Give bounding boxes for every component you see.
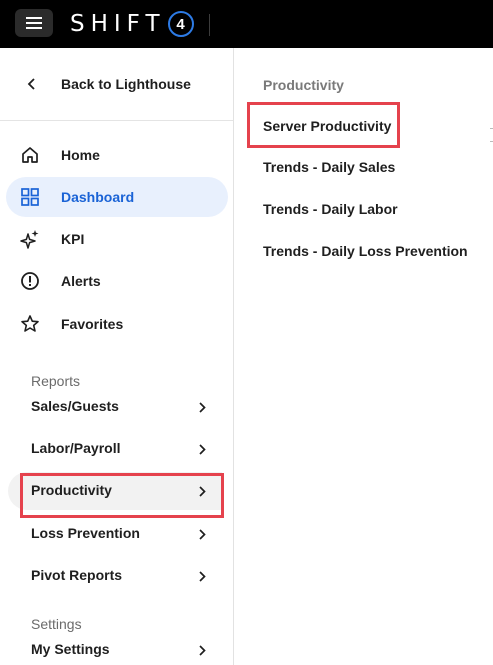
- sidebar-item-label: Home: [61, 147, 100, 163]
- sidebar-item-labor-payroll[interactable]: Labor/Payroll: [20, 430, 223, 468]
- submenu-item-trends-daily-labor[interactable]: Trends - Daily Labor: [263, 201, 398, 217]
- sidebar-item-loss-prevention[interactable]: Loss Prevention: [20, 515, 223, 553]
- chevron-right-icon: [199, 444, 206, 455]
- sidebar-item-kpi[interactable]: KPI: [6, 219, 228, 259]
- sidebar-item-pivot-reports[interactable]: Pivot Reports: [20, 557, 223, 595]
- submenu-title: Productivity: [263, 77, 344, 93]
- chevron-right-icon: [199, 529, 206, 540]
- sidebar-divider: [0, 120, 233, 121]
- header-divider: [209, 14, 210, 36]
- back-to-lighthouse-link[interactable]: Back to Lighthouse: [0, 68, 233, 100]
- sidebar: Back to Lighthouse Home Dashboard KPI Al: [0, 48, 234, 665]
- sidebar-item-sales-guests[interactable]: Sales/Guests: [20, 388, 223, 426]
- sidebar-item-label: Dashboard: [61, 189, 135, 205]
- report-item-label: Loss Prevention: [31, 525, 140, 541]
- sidebar-item-productivity[interactable]: Productivity: [8, 472, 222, 510]
- hamburger-menu-icon[interactable]: [15, 9, 53, 37]
- sidebar-item-dashboard[interactable]: Dashboard: [6, 177, 228, 217]
- submenu-item-trends-daily-sales[interactable]: Trends - Daily Sales: [263, 159, 395, 175]
- sidebar-item-alerts[interactable]: Alerts: [6, 261, 228, 301]
- report-item-label: Pivot Reports: [31, 567, 123, 583]
- alert-circle-icon: [21, 272, 39, 290]
- brand-number-badge: 4: [167, 11, 194, 37]
- brand-logo[interactable]: SHIFT 4: [70, 9, 194, 39]
- report-item-label: Productivity: [31, 482, 112, 498]
- settings-item-label: My Settings: [31, 641, 110, 657]
- chevron-right-icon: [199, 486, 206, 497]
- report-item-label: Sales/Guests: [31, 398, 119, 414]
- home-icon: [22, 147, 38, 163]
- reports-section-label: Reports: [31, 373, 81, 389]
- chevron-right-icon: [199, 402, 206, 413]
- star-icon: [21, 315, 39, 332]
- submenu-item-trends-daily-loss-prevention[interactable]: Trends - Daily Loss Prevention: [263, 243, 468, 259]
- brand-text: SHIFT: [70, 11, 166, 37]
- sparkles-icon: [20, 230, 39, 249]
- dashboard-grid-icon: [21, 188, 39, 206]
- sidebar-item-label: KPI: [61, 231, 85, 247]
- sidebar-item-my-settings[interactable]: My Settings: [20, 631, 223, 665]
- sidebar-item-favorites[interactable]: Favorites: [6, 304, 228, 344]
- sidebar-item-label: Favorites: [61, 316, 124, 332]
- chevron-right-icon: [199, 645, 206, 656]
- report-item-label: Labor/Payroll: [31, 440, 121, 456]
- sidebar-item-label: Alerts: [61, 273, 101, 289]
- chevron-left-icon: [27, 78, 35, 90]
- settings-section-label: Settings: [31, 616, 82, 632]
- productivity-submenu: Productivity Server Productivity Trends …: [234, 48, 493, 665]
- back-label: Back to Lighthouse: [61, 76, 191, 92]
- sidebar-item-home[interactable]: Home: [6, 135, 228, 175]
- submenu-item-server-productivity[interactable]: Server Productivity: [263, 118, 391, 134]
- chevron-right-icon: [199, 571, 206, 582]
- top-bar: SHIFT 4: [0, 0, 493, 48]
